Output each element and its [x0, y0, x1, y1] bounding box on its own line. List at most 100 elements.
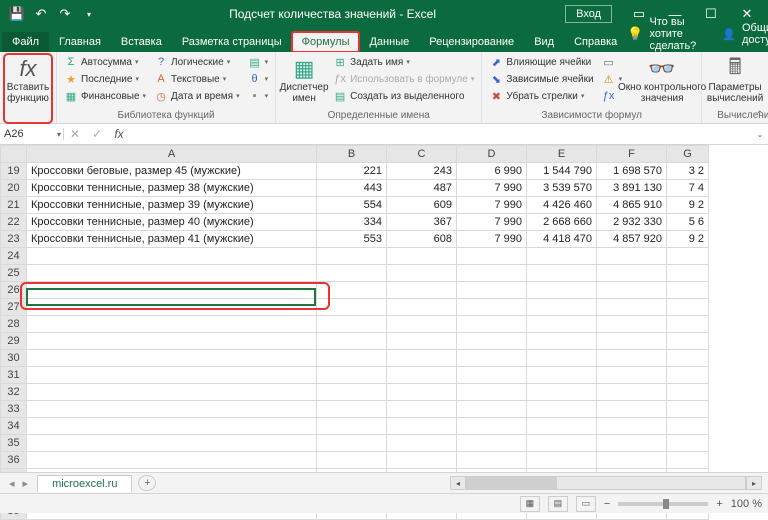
view-layout-icon[interactable]: ▤: [548, 496, 568, 512]
cell[interactable]: [317, 316, 387, 333]
row-header[interactable]: 33: [1, 401, 27, 418]
undo-icon[interactable]: ↶: [30, 3, 52, 25]
cell[interactable]: [527, 452, 597, 469]
zoom-slider[interactable]: [618, 502, 708, 506]
cell[interactable]: 4 426 460: [527, 197, 597, 214]
logical-button[interactable]: ?Логические▾: [151, 54, 243, 70]
cell[interactable]: [457, 452, 527, 469]
row-header[interactable]: 19: [1, 163, 27, 180]
cell[interactable]: Кроссовки теннисные, размер 41 (мужские): [27, 231, 317, 248]
trace-dependents-button[interactable]: ⬊Зависимые ячейки: [486, 71, 596, 87]
tab-home[interactable]: Главная: [49, 32, 111, 52]
table-row[interactable]: 36: [1, 452, 709, 469]
cell[interactable]: [387, 299, 457, 316]
cell[interactable]: [317, 265, 387, 282]
cell[interactable]: [527, 384, 597, 401]
cell[interactable]: [527, 401, 597, 418]
cell[interactable]: [27, 435, 317, 452]
cell[interactable]: [387, 333, 457, 350]
sheet-nav-prev-icon[interactable]: ◂: [6, 477, 18, 490]
row-header[interactable]: 32: [1, 384, 27, 401]
cell[interactable]: [457, 316, 527, 333]
table-row[interactable]: 27: [1, 299, 709, 316]
cell[interactable]: [27, 299, 317, 316]
cell[interactable]: [317, 350, 387, 367]
cell[interactable]: 7 990: [457, 214, 527, 231]
cell[interactable]: [597, 435, 667, 452]
cell[interactable]: [597, 333, 667, 350]
cell[interactable]: [457, 333, 527, 350]
col-header-d[interactable]: D: [457, 146, 527, 163]
row-header[interactable]: 27: [1, 299, 27, 316]
cell[interactable]: 554: [317, 197, 387, 214]
tab-view[interactable]: Вид: [524, 32, 564, 52]
date-button[interactable]: ◷Дата и время▾: [151, 88, 243, 104]
row-header[interactable]: 20: [1, 180, 27, 197]
cell[interactable]: [317, 384, 387, 401]
cell[interactable]: 9 2: [667, 197, 709, 214]
table-row[interactable]: 23 Кроссовки теннисные, размер 41 (мужск…: [1, 231, 709, 248]
cell[interactable]: [27, 452, 317, 469]
table-row[interactable]: 28: [1, 316, 709, 333]
cell[interactable]: [527, 248, 597, 265]
cell[interactable]: [387, 452, 457, 469]
namebox-dropdown-icon[interactable]: ▾: [57, 130, 61, 139]
cell[interactable]: [387, 435, 457, 452]
share-button[interactable]: Общий доступ: [742, 22, 768, 46]
cell[interactable]: [387, 316, 457, 333]
cell[interactable]: 3 539 570: [527, 180, 597, 197]
hscroll-left-icon[interactable]: ◂: [450, 476, 466, 490]
cell[interactable]: [317, 367, 387, 384]
table-row[interactable]: 22 Кроссовки теннисные, размер 40 (мужск…: [1, 214, 709, 231]
tab-insert[interactable]: Вставка: [111, 32, 172, 52]
cell[interactable]: 553: [317, 231, 387, 248]
cell[interactable]: 367: [387, 214, 457, 231]
cell[interactable]: [527, 435, 597, 452]
row-header[interactable]: 35: [1, 435, 27, 452]
col-header-a[interactable]: A: [27, 146, 317, 163]
hscroll-track[interactable]: [466, 476, 746, 490]
cell[interactable]: [667, 265, 709, 282]
cell[interactable]: [597, 282, 667, 299]
cell[interactable]: [527, 418, 597, 435]
cell[interactable]: 4 418 470: [527, 231, 597, 248]
hscroll-thumb[interactable]: [467, 477, 557, 489]
cell[interactable]: [667, 248, 709, 265]
table-row[interactable]: 19 Кроссовки беговые, размер 45 (мужские…: [1, 163, 709, 180]
add-sheet-button[interactable]: +: [138, 475, 156, 491]
cell[interactable]: [457, 248, 527, 265]
name-manager-button[interactable]: ▦ Диспетчер имен: [280, 54, 328, 110]
cell[interactable]: [527, 299, 597, 316]
table-row[interactable]: 30: [1, 350, 709, 367]
table-row[interactable]: 25: [1, 265, 709, 282]
select-all-corner[interactable]: [1, 146, 27, 163]
table-row[interactable]: 26: [1, 282, 709, 299]
zoom-level[interactable]: 100 %: [731, 498, 762, 510]
cell[interactable]: 609: [387, 197, 457, 214]
tab-data[interactable]: Данные: [359, 32, 419, 52]
cell[interactable]: [527, 282, 597, 299]
cell[interactable]: 1 544 790: [527, 163, 597, 180]
hscroll-right-icon[interactable]: ▸: [746, 476, 762, 490]
financial-button[interactable]: ▦Финансовые▾: [61, 88, 149, 104]
math-button[interactable]: θ▾: [245, 71, 272, 87]
table-row[interactable]: 24: [1, 248, 709, 265]
expand-formula-bar-icon[interactable]: ⌄: [752, 130, 768, 139]
row-header[interactable]: 21: [1, 197, 27, 214]
zoom-out-icon[interactable]: −: [604, 498, 610, 510]
cell[interactable]: 5 6: [667, 214, 709, 231]
cell[interactable]: [457, 282, 527, 299]
table-row[interactable]: 33: [1, 401, 709, 418]
row-header[interactable]: 23: [1, 231, 27, 248]
cell[interactable]: [387, 282, 457, 299]
col-header-g[interactable]: G: [667, 146, 709, 163]
cell[interactable]: [317, 248, 387, 265]
cell[interactable]: [597, 248, 667, 265]
table-row[interactable]: 29: [1, 333, 709, 350]
cell[interactable]: [27, 248, 317, 265]
row-header[interactable]: 26: [1, 282, 27, 299]
sheet-tab[interactable]: microexcel.ru: [37, 475, 132, 492]
row-header[interactable]: 24: [1, 248, 27, 265]
cell[interactable]: [317, 452, 387, 469]
cell[interactable]: 7 990: [457, 197, 527, 214]
